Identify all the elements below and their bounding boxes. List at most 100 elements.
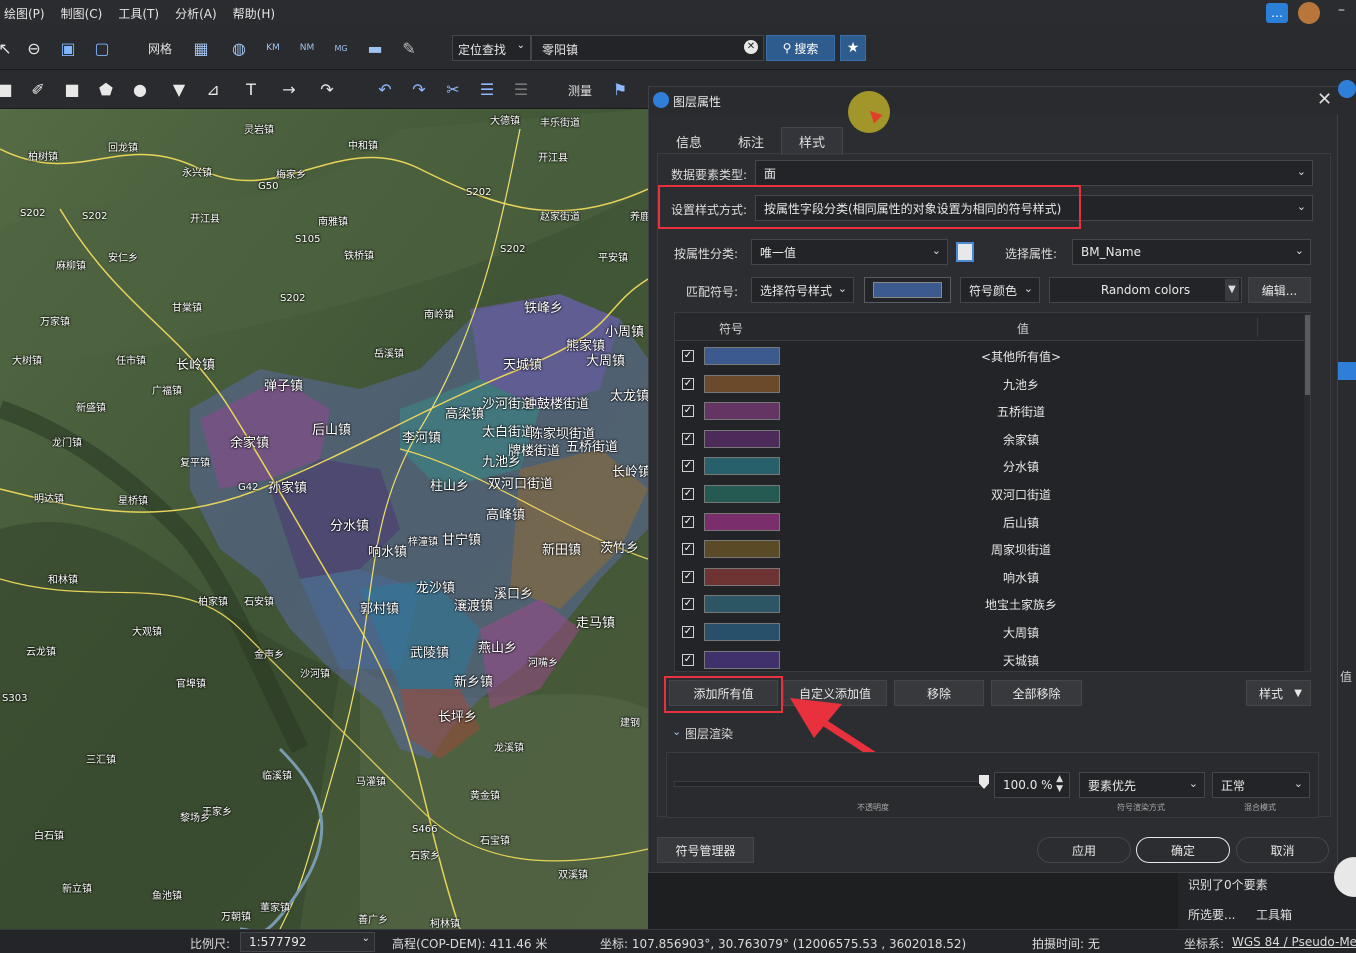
row-checkbox[interactable]: ✓	[682, 432, 694, 445]
row-symbol-swatch[interactable]	[704, 512, 780, 531]
search-input[interactable]: 零阳镇 ✕	[531, 35, 764, 61]
scale-select[interactable]: 1:577792 ⌄	[240, 932, 375, 952]
row-checkbox[interactable]: ✓	[682, 598, 694, 611]
undo-icon[interactable]: ↶	[374, 78, 396, 100]
row-symbol-swatch[interactable]	[704, 623, 780, 641]
data-type-select[interactable]: 面 ⌄	[755, 160, 1313, 186]
row-symbol-swatch[interactable]	[704, 567, 780, 586]
row-symbol-swatch[interactable]	[704, 457, 780, 476]
tab-info[interactable]: 信息	[667, 127, 711, 155]
table-row[interactable]: ✓ 地宝土家族乡	[675, 590, 1305, 618]
full-extent-icon[interactable]: ▢	[91, 37, 113, 59]
symbol-style-select[interactable]: 选择符号样式 ⌄	[751, 277, 854, 303]
row-checkbox[interactable]: ✓	[682, 405, 694, 418]
menu-help[interactable]: 帮助(H)	[233, 5, 275, 22]
chat-icon[interactable]: …	[1266, 3, 1288, 23]
symbol-color-swatch[interactable]	[864, 277, 951, 303]
point-icon[interactable]: ■	[0, 78, 16, 100]
style-menu-button[interactable]: 样式 ▼	[1246, 680, 1311, 706]
symbol-manager-button[interactable]: 符号管理器	[657, 837, 754, 863]
grid-icon[interactable]: ▦	[190, 37, 212, 59]
row-checkbox[interactable]: ✓	[682, 570, 694, 583]
globe-icon[interactable]: ◍	[228, 37, 250, 59]
clear-icon[interactable]: ✕	[744, 40, 758, 54]
classify-select[interactable]: 唯一值 ⌄	[751, 239, 948, 265]
menu-analysis[interactable]: 分析(A)	[175, 5, 217, 22]
table-row[interactable]: ✓ 分水镇	[675, 452, 1305, 480]
circle-icon[interactable]: ●	[129, 78, 151, 100]
scrollbar[interactable]	[1304, 313, 1310, 671]
toolbox-tab[interactable]: 工具箱	[1256, 906, 1292, 923]
symbol-color-select[interactable]: 符号颜色 ⌄	[960, 277, 1040, 303]
brush-icon[interactable]: ✎	[398, 37, 420, 59]
table-row[interactable]: ✓ 双河口街道	[675, 480, 1305, 508]
table-row[interactable]: ✓ 天城镇	[675, 646, 1305, 671]
row-checkbox[interactable]: ✓	[682, 460, 694, 473]
apply-button[interactable]: 应用	[1037, 837, 1131, 863]
search-button[interactable]: ⚲ 搜索	[766, 35, 835, 61]
marker-icon[interactable]: ▼	[168, 78, 190, 100]
zoom-out-icon[interactable]: ⊖	[23, 37, 45, 59]
select-icon[interactable]: ↖	[0, 37, 16, 59]
measure-label[interactable]: 测量	[568, 82, 592, 99]
render-mode-select[interactable]: 要素优先 ⌄	[1079, 772, 1205, 798]
remove-all-button[interactable]: 全部移除	[991, 680, 1082, 706]
pin-icon[interactable]: ⚑	[609, 78, 631, 100]
table-row[interactable]: ✓ 九池乡	[675, 370, 1305, 398]
rectangle-icon[interactable]: ■	[61, 78, 83, 100]
zoom-extent-icon[interactable]: ▣	[57, 37, 79, 59]
selected-features-tab[interactable]: 所选要...	[1188, 906, 1235, 923]
locate-dropdown[interactable]: 定位查找 ⌄	[452, 35, 531, 61]
opacity-slider[interactable]	[674, 781, 984, 787]
text-icon[interactable]: T	[240, 78, 262, 100]
km-grid-icon[interactable]: KM	[262, 37, 284, 59]
tab-style[interactable]: 样式	[781, 127, 843, 155]
row-symbol-swatch[interactable]	[704, 347, 780, 365]
layer-render-section[interactable]: 图层渲染	[685, 725, 733, 742]
list-icon[interactable]: ☰	[476, 78, 498, 100]
side-tab-marker[interactable]	[1338, 362, 1356, 380]
minimize-icon[interactable]: –	[1338, 2, 1345, 18]
row-symbol-swatch[interactable]	[704, 540, 780, 559]
row-symbol-swatch[interactable]	[704, 650, 780, 669]
menu-cartography[interactable]: 制图(C)	[61, 5, 103, 22]
row-symbol-swatch[interactable]	[704, 429, 780, 448]
polygon-icon[interactable]: ⬟	[95, 78, 117, 100]
row-symbol-swatch[interactable]	[704, 485, 780, 503]
row-checkbox[interactable]: ✓	[682, 350, 694, 362]
crs-value[interactable]: WGS 84 / Pseudo-Me	[1232, 935, 1356, 949]
row-checkbox[interactable]: ✓	[682, 626, 694, 638]
table-row[interactable]: ✓ 响水镇	[675, 563, 1305, 591]
tab-labels[interactable]: 标注	[729, 127, 773, 155]
select-attr-select[interactable]: BM_Name ⌄	[1072, 239, 1311, 265]
row-checkbox[interactable]: ✓	[682, 377, 694, 390]
blend-mode-select[interactable]: 正常 ⌄	[1212, 772, 1310, 798]
redo-icon[interactable]: ↷	[408, 78, 430, 100]
row-checkbox[interactable]: ✓	[682, 515, 694, 528]
table-icon[interactable]	[956, 242, 974, 262]
table-row[interactable]: ✓ 余家镇	[675, 425, 1305, 453]
spinner-icon[interactable]: ▲ ▼	[1056, 774, 1063, 794]
close-icon[interactable]: ✕	[1317, 89, 1332, 110]
row-symbol-swatch[interactable]	[704, 595, 780, 614]
menu-tools[interactable]: 工具(T)	[118, 5, 159, 22]
color-scheme-select[interactable]: Random colors ▼	[1049, 277, 1242, 303]
row-checkbox[interactable]: ✓	[682, 488, 694, 500]
table-row[interactable]: ✓ 五桥街道	[675, 397, 1305, 425]
opacity-spinbox[interactable]: 100.0 % ▲ ▼	[994, 772, 1070, 798]
edit-button[interactable]: 编辑...	[1248, 277, 1311, 303]
cancel-button[interactable]: 取消	[1236, 837, 1329, 863]
row-symbol-swatch[interactable]	[704, 402, 780, 421]
table-row[interactable]: ✓ 后山镇	[675, 508, 1305, 536]
line-icon[interactable]: ✐	[27, 78, 49, 100]
favorite-star-icon[interactable]: ★	[840, 35, 866, 61]
row-symbol-swatch[interactable]	[704, 374, 780, 393]
table-row[interactable]: ✓ 周家坝街道	[675, 535, 1305, 563]
menu-draw[interactable]: 绘图(P)	[4, 5, 45, 22]
collapse-chevron-icon[interactable]: ⌄	[672, 725, 681, 738]
curve-icon[interactable]: ↷	[316, 78, 338, 100]
table-row[interactable]: ✓ 大周镇	[675, 618, 1305, 646]
ok-button[interactable]: 确定	[1136, 837, 1230, 863]
map-view[interactable]: 灵岩镇 大德镇 丰乐街道 柏树镇 回龙镇 中和镇 永兴镇 梅家乡 开江县 S202 S202 开江县南…	[0, 109, 648, 929]
refresh-icon[interactable]	[1338, 80, 1356, 98]
